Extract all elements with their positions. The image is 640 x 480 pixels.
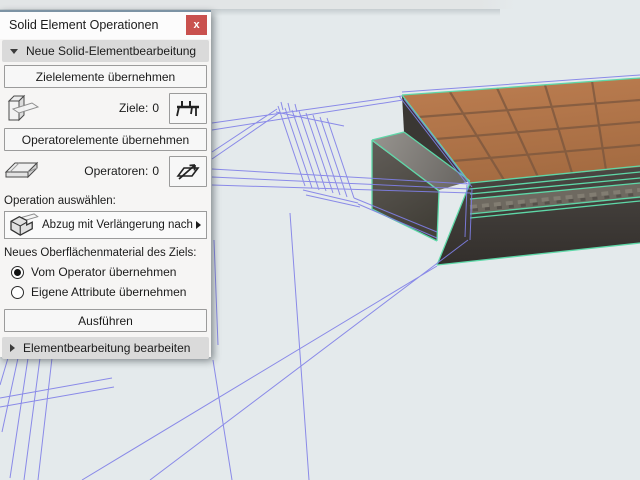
triangle-down-icon xyxy=(10,48,18,54)
section-header-edit-operation[interactable]: Elementbearbeitung bearbeiten xyxy=(2,337,209,359)
section-title: Elementbearbeitung bearbeiten xyxy=(23,341,191,355)
radio-selected-icon[interactable] xyxy=(11,265,24,279)
target-element-icon xyxy=(4,93,42,123)
radio-from-operator-label: Vom Operator übernehmen xyxy=(31,265,177,279)
operators-row: Operatoren: 0 xyxy=(0,154,211,188)
top-toolbar-strip xyxy=(0,0,516,9)
operator-element-icon xyxy=(4,159,42,183)
surface-material-label: Neues Oberflächenmaterial des Ziels: xyxy=(4,247,197,259)
operation-value: Abzug mit Verlängerung nach ... xyxy=(42,219,193,231)
radio-own-attributes-label: Eigene Attribute übernehmen xyxy=(31,285,187,299)
section-title: Neue Solid-Elementbearbeitung xyxy=(26,44,197,58)
operators-count-value: 0 xyxy=(152,164,159,178)
radio-own-attributes[interactable]: Eigene Attribute übernehmen xyxy=(0,282,211,302)
operators-count: Operatoren: 0 xyxy=(84,164,159,178)
solid-element-operations-panel: Solid Element Operationen x Neue Solid-E… xyxy=(0,10,211,359)
pick-target-icon-button[interactable] xyxy=(169,92,207,124)
palette-title: Solid Element Operationen xyxy=(9,18,159,32)
choose-operation-label: Operation auswählen: xyxy=(4,195,116,207)
palette-titlebar[interactable]: Solid Element Operationen x xyxy=(0,12,211,39)
targets-row: Ziele: 0 xyxy=(0,91,211,125)
targets-count: Ziele: 0 xyxy=(118,101,159,115)
table-platform-icon xyxy=(176,101,199,117)
radio-from-operator[interactable]: Vom Operator übernehmen xyxy=(0,262,211,282)
flyout-arrow-icon xyxy=(196,221,201,229)
execute-button[interactable]: Ausführen xyxy=(4,309,207,332)
pick-operators-button[interactable]: Operatorelemente übernehmen xyxy=(4,128,207,151)
pick-operator-icon-button[interactable] xyxy=(169,155,207,187)
slab-arrow-icon xyxy=(176,164,200,180)
subtract-with-extension-icon xyxy=(10,213,39,236)
close-button[interactable]: x xyxy=(186,15,207,35)
targets-count-value: 0 xyxy=(152,101,159,115)
radio-unselected-icon[interactable] xyxy=(11,285,24,299)
section-header-new-operation[interactable]: Neue Solid-Elementbearbeitung xyxy=(2,40,209,62)
triangle-right-icon xyxy=(10,344,15,352)
operation-dropdown[interactable]: Abzug mit Verlängerung nach ... xyxy=(4,211,207,239)
pick-targets-button[interactable]: Zielelemente übernehmen xyxy=(4,65,207,88)
